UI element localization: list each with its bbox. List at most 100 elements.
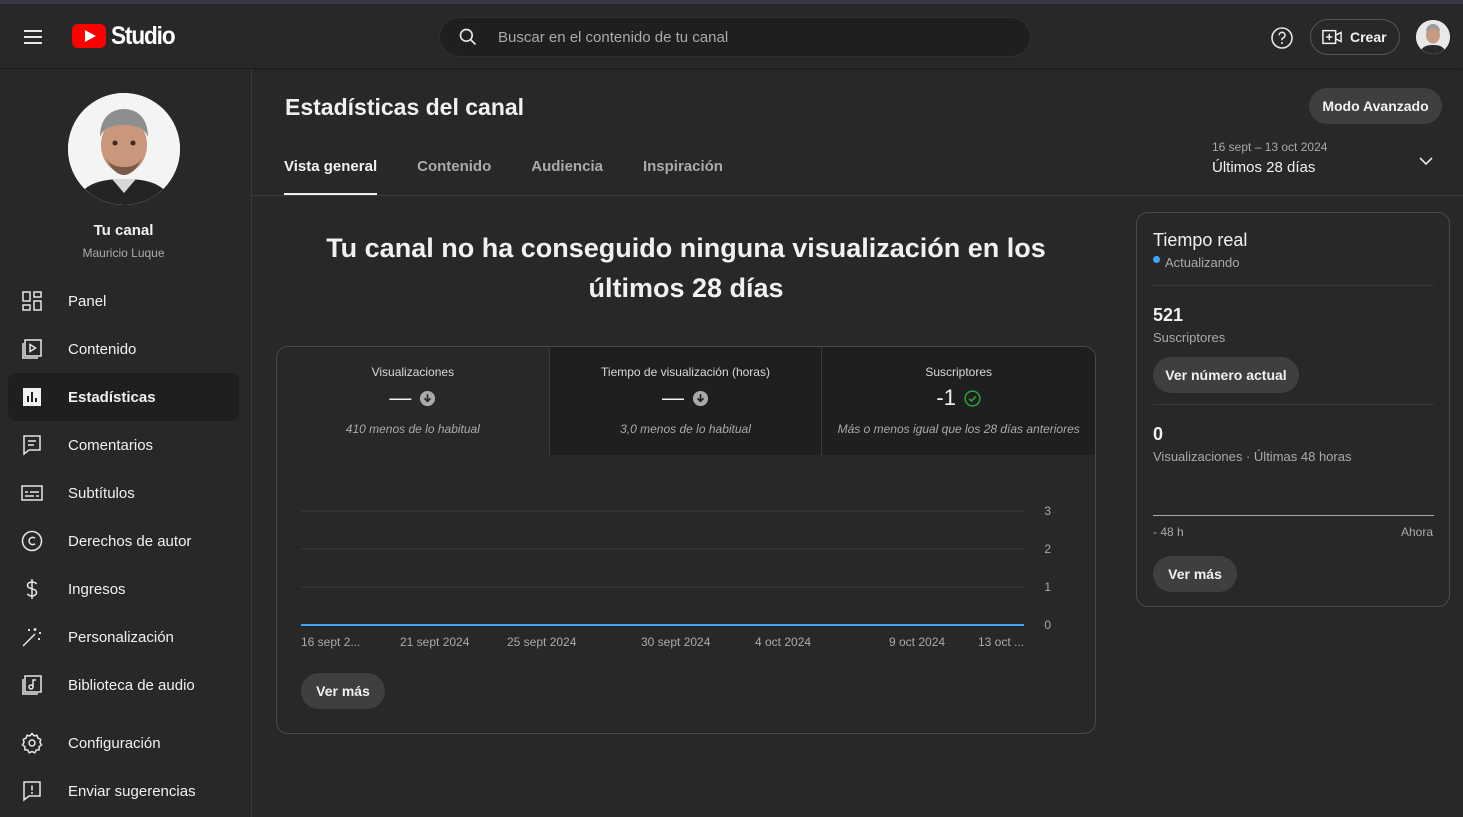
metric-value: — (662, 385, 684, 410)
sidebar-item-label: Comentarios (68, 436, 154, 454)
create-label: Crear (1350, 29, 1387, 45)
sidebar-item-feedback[interactable]: Enviar sugerencias (8, 767, 239, 815)
sidebar-item-label: Subtítulos (68, 484, 135, 502)
chart-x-tick-label: 4 oct 2024 (755, 635, 811, 649)
customization-icon (22, 628, 41, 647)
sidebar-item-label: Derechos de autor (68, 532, 192, 550)
overview-card: Visualizaciones — 410 menos de lo habitu… (276, 346, 1096, 734)
help-icon[interactable] (1270, 26, 1294, 50)
realtime-see-more-button[interactable]: Ver más (1153, 556, 1237, 592)
subtitles-icon (21, 485, 43, 501)
sidebar-item-copyright[interactable]: Derechos de autor (8, 517, 239, 565)
realtime-views-label: Visualizaciones · Últimas 48 horas (1153, 449, 1352, 464)
logo-text: Studio (111, 21, 176, 50)
sidebar-item-label: Estadísticas (68, 388, 156, 406)
chart-x-tick-label: 21 sept 2024 (400, 635, 470, 649)
metric-subscribers[interactable]: Suscriptores -1 Más o menos igual que lo… (822, 347, 1095, 455)
audio-library-icon (22, 675, 42, 695)
realtime-title: Tiempo real (1153, 230, 1248, 250)
metric-label: Visualizaciones (371, 365, 455, 379)
channel-name: Mauricio Luque (82, 246, 165, 260)
sidebar-item-label: Ingresos (68, 580, 126, 598)
views-chart: 0 1 2 3 16 sept 2... 21 sept 2024 25 sept 2024… (301, 504, 1051, 649)
subscriber-label: Suscriptores (1153, 330, 1226, 345)
chart-x-tick-label: 13 oct ... (978, 635, 1024, 649)
realtime-status-text: Actualizando (1165, 255, 1240, 270)
comments-icon (23, 435, 41, 456)
sidebar-item-comments[interactable]: Comentarios (8, 421, 239, 469)
sidebar: Tu canal Mauricio Luque Panel Contenido … (0, 69, 252, 817)
studio-logo[interactable]: Studio (72, 22, 182, 50)
metric-value: — (389, 385, 412, 410)
date-range-period: Últimos 28 días (1212, 159, 1316, 176)
chart-y-tick-label: 1 (1044, 580, 1051, 594)
sidebar-item-label: Contenido (68, 340, 137, 358)
hamburger-menu-icon[interactable] (18, 22, 50, 50)
chevron-down-icon[interactable] (1418, 153, 1434, 169)
check-circle-icon (964, 389, 981, 407)
sidebar-item-customization[interactable]: Personalización (8, 613, 239, 661)
chart-y-tick-label: 3 (1044, 504, 1051, 518)
channel-title: Tu canal (93, 222, 154, 239)
sidebar-item-panel[interactable]: Panel (8, 277, 239, 325)
realtime-axis-end: Ahora (1400, 525, 1433, 539)
advanced-mode-button[interactable]: Modo Avanzado (1309, 88, 1442, 124)
sidebar-item-label: Biblioteca de audio (68, 676, 195, 694)
metric-watch-time[interactable]: Tiempo de visualización (horas) — 3,0 me… (549, 347, 823, 455)
settings-icon (21, 732, 43, 754)
sidebar-item-subtitles[interactable]: Subtítulos (8, 469, 239, 517)
search-icon (459, 28, 477, 46)
sidebar-item-content[interactable]: Contenido (8, 325, 239, 373)
tabs-divider (252, 195, 1463, 196)
metric-note: Más o menos igual que los 28 días anteri… (837, 422, 1080, 436)
youtube-play-icon (72, 24, 106, 48)
sidebar-item-audio-library[interactable]: Biblioteca de audio (8, 661, 239, 709)
metric-label: Suscriptores (925, 365, 993, 379)
metric-note: 410 menos de lo habitual (345, 422, 480, 436)
sidebar-item-earn[interactable]: Ingresos (8, 565, 239, 613)
overview-headline: Tu canal no ha conseguido ninguna visual… (326, 233, 1046, 303)
realtime-views-count: 0 (1153, 424, 1164, 444)
dashboard-icon (22, 291, 42, 311)
search-input[interactable] (498, 28, 998, 46)
tab-overview[interactable]: Vista general (284, 158, 378, 196)
chart-x-tick-label: 9 oct 2024 (889, 635, 945, 649)
chart-x-tick-label: 30 sept 2024 (641, 635, 711, 649)
tab-inspiration[interactable]: Inspiración (643, 158, 723, 196)
account-avatar[interactable] (1416, 20, 1450, 54)
arrow-down-circle-icon (692, 390, 709, 406)
sidebar-item-label: Configuración (68, 734, 161, 752)
feedback-icon (23, 781, 41, 802)
see-more-button[interactable]: Ver más (301, 673, 385, 709)
tab-content[interactable]: Contenido (417, 158, 491, 196)
chart-x-tick-label: 25 sept 2024 (507, 635, 577, 649)
monetization-icon (26, 579, 38, 599)
analytics-tabs: Vista general Contenido Audiencia Inspir… (284, 158, 763, 196)
sidebar-item-analytics[interactable]: Estadísticas (8, 373, 239, 421)
metric-views[interactable]: Visualizaciones — 410 menos de lo habitu… (277, 347, 550, 455)
tab-audience[interactable]: Audiencia (531, 158, 603, 196)
realtime-axis-start: - 48 h (1153, 525, 1184, 539)
channel-avatar[interactable] (68, 93, 180, 205)
divider (1153, 285, 1434, 286)
sidebar-item-settings[interactable]: Configuración (8, 719, 239, 767)
realtime-status: Actualizando (1153, 255, 1239, 270)
sidebar-item-label: Panel (68, 292, 107, 310)
current-number-button[interactable]: Ver número actual (1153, 357, 1299, 393)
create-video-icon (1322, 29, 1342, 45)
live-dot-icon (1153, 256, 1160, 263)
search-bar[interactable] (439, 17, 1031, 57)
create-button[interactable]: Crear (1310, 19, 1400, 55)
top-header: Studio Crear (0, 4, 1463, 68)
page-title: Estadísticas del canal (285, 94, 525, 120)
metric-value: -1 (936, 385, 956, 410)
content-icon (22, 339, 42, 359)
divider (1153, 404, 1434, 405)
subscriber-count: 521 (1153, 305, 1184, 325)
date-range-dates: 16 sept – 13 oct 2024 (1212, 140, 1328, 154)
date-range-picker[interactable]: 16 sept – 13 oct 2024 Últimos 28 días (1212, 140, 1327, 176)
sidebar-item-label: Personalización (68, 628, 174, 646)
realtime-axis (1153, 515, 1434, 516)
metric-note: 3,0 menos de lo habitual (620, 422, 751, 436)
copyright-icon (21, 530, 43, 552)
